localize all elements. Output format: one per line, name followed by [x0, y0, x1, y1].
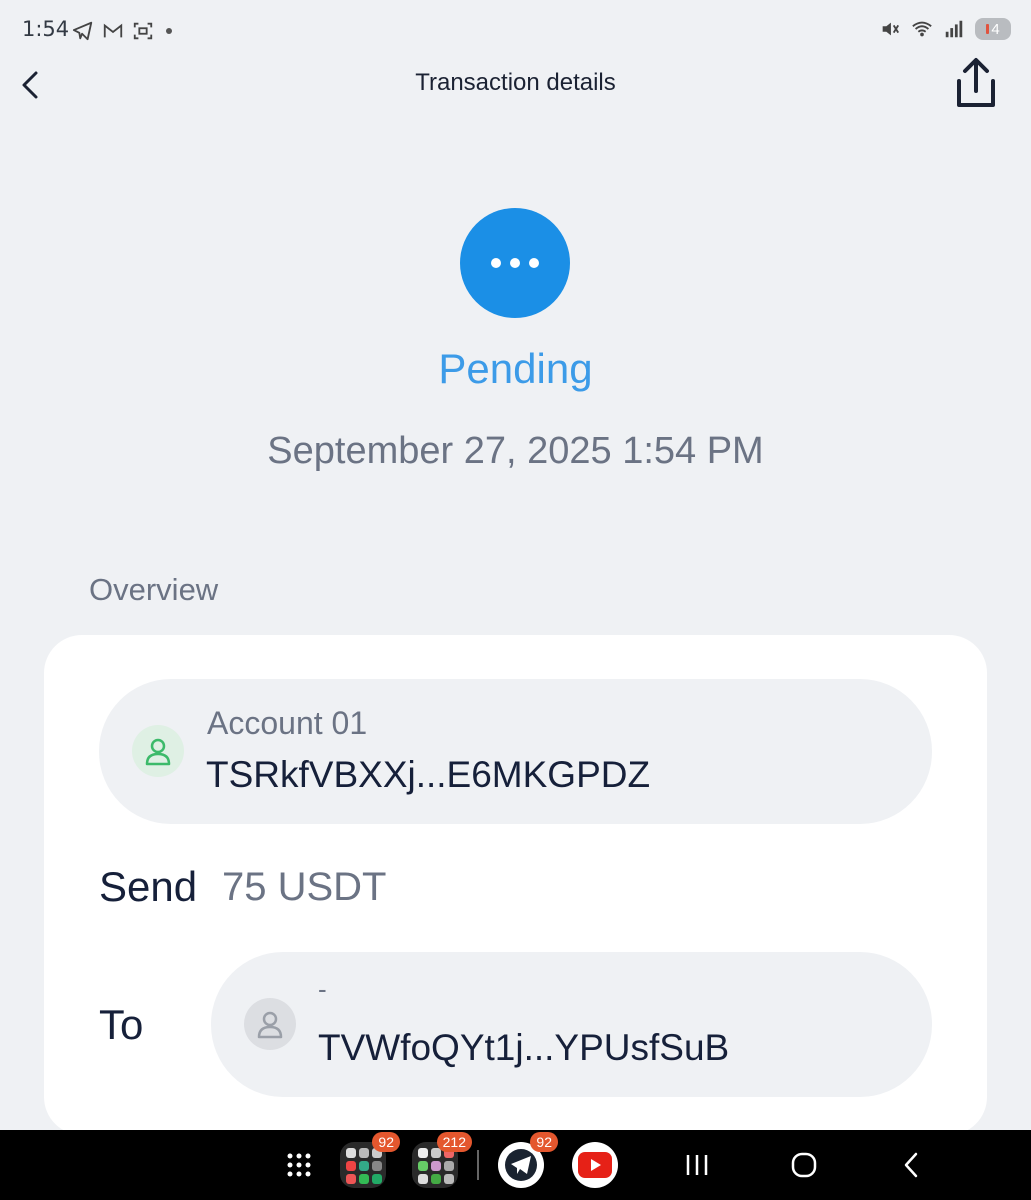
recent-apps-button[interactable] — [682, 1142, 712, 1188]
system-navbar: 92 212 92 — [0, 1130, 1031, 1200]
telegram-icon — [72, 21, 93, 41]
notification-dot — [166, 28, 172, 34]
to-account-pill[interactable]: - TVWfoQYt1j...YPUsfSuB — [211, 952, 932, 1097]
battery-level: 4 — [991, 20, 1000, 38]
screenshot-icon — [133, 22, 153, 40]
status-left-icons — [72, 20, 172, 42]
app-drawer-button[interactable] — [282, 1142, 316, 1188]
header: Transaction details — [0, 55, 1031, 115]
pending-status-icon — [460, 208, 570, 318]
overview-card: Account 01 TSRkfVBXXj...E6MKGPDZ Send 75… — [44, 635, 987, 1135]
youtube-icon — [578, 1152, 612, 1178]
page-title: Transaction details — [415, 69, 616, 96]
transaction-date: September 27, 2025 1:54 PM — [267, 430, 764, 472]
battery-icon: 4 — [975, 18, 1011, 40]
wifi-icon — [912, 21, 932, 37]
status-time: 1:54 — [22, 17, 70, 41]
from-account-address: TSRkfVBXXj...E6MKGPDZ — [206, 754, 651, 795]
status-bar: 1:54 4 — [0, 0, 1031, 60]
telegram-app[interactable]: 92 — [498, 1132, 558, 1188]
badge: 212 — [436, 1132, 472, 1152]
app-folder-2[interactable]: 212 — [412, 1132, 472, 1188]
from-account-pill[interactable]: Account 01 TSRkfVBXXj...E6MKGPDZ — [99, 679, 932, 824]
transaction-status: Pending — [438, 345, 593, 392]
badge: 92 — [530, 1132, 558, 1152]
back-icon — [904, 1152, 918, 1178]
navbar-divider — [477, 1150, 479, 1180]
overview-section-label: Overview — [89, 572, 219, 607]
home-icon — [791, 1152, 817, 1178]
signal-icon — [945, 20, 963, 38]
gmail-icon — [103, 23, 123, 38]
send-amount: 75 USDT — [222, 865, 387, 909]
user-icon — [132, 725, 184, 777]
send-label: Send — [99, 863, 198, 910]
user-icon — [244, 998, 296, 1050]
home-button[interactable] — [788, 1142, 820, 1188]
recents-icon — [686, 1155, 708, 1175]
system-back-button[interactable] — [898, 1142, 924, 1188]
share-icon — [957, 58, 995, 107]
to-label: To — [99, 1001, 144, 1048]
share-button[interactable] — [951, 55, 1001, 111]
status-right-icons: 4 — [879, 18, 1011, 40]
to-account-name: - — [318, 974, 327, 1004]
telegram-icon — [505, 1149, 537, 1181]
to-account-address: TVWfoQYt1j...YPUsfSuB — [318, 1027, 730, 1068]
from-account-name: Account 01 — [207, 705, 368, 741]
mute-icon — [882, 22, 900, 36]
badge: 92 — [372, 1132, 400, 1152]
apps-grid-icon — [287, 1153, 311, 1177]
youtube-app[interactable] — [572, 1142, 618, 1188]
app-folder-1[interactable]: 92 — [340, 1132, 400, 1188]
